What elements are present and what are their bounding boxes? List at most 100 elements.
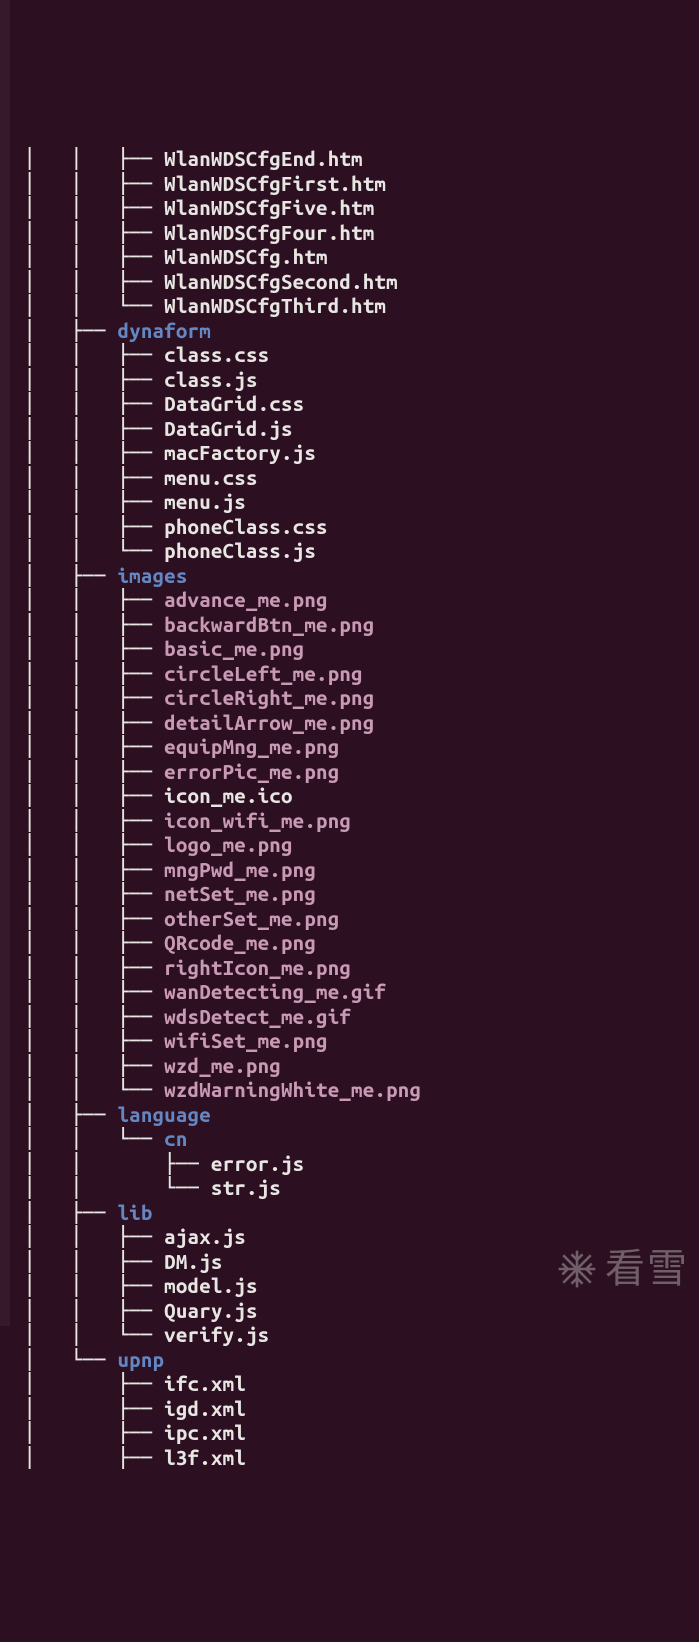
file-ext: .js [211, 1225, 246, 1248]
file-name: phoneClass [164, 539, 281, 562]
file-name: errorPic_me.png [164, 760, 339, 783]
tree-branch: │ │ ├── [24, 833, 164, 856]
file-name: DataGrid [164, 417, 257, 440]
tree-file: │ ├── ifc.xml [24, 1372, 699, 1397]
tree-file: │ │ ├── wanDetecting_me.gif [24, 980, 699, 1005]
file-ext: .css [211, 466, 258, 489]
file-name: logo_me.png [164, 833, 292, 856]
file-name: ajax [164, 1225, 211, 1248]
file-ext: .xml [199, 1397, 246, 1420]
tree-file: │ ├── l3f.xml [24, 1446, 699, 1471]
file-ext: .js [223, 368, 258, 391]
file-name: WlanWDSCfg [164, 245, 281, 268]
tree-branch: │ ├── [24, 1446, 164, 1469]
file-ext: .ico [246, 784, 293, 807]
tree-file: │ │ ├── detailArrow_me.png [24, 711, 699, 736]
tree-file: │ │ ├── model.js [24, 1274, 699, 1299]
file-name: WlanWDSCfgFirst [164, 172, 339, 195]
tree-branch: │ └── [24, 1348, 117, 1371]
tree-branch: │ │ ├── [24, 1274, 164, 1297]
file-name: DM [164, 1250, 187, 1273]
tree-file: │ ├── igd.xml [24, 1397, 699, 1422]
tree-branch: │ │ ├── [24, 1054, 164, 1077]
file-name: ifc [164, 1372, 199, 1395]
tree-branch: │ │ ├── [24, 172, 164, 195]
file-ext: .htm [351, 270, 398, 293]
file-name: macFactory [164, 441, 281, 464]
file-ext: .htm [281, 245, 328, 268]
tree-branch: │ │ ├── [24, 1029, 164, 1052]
file-name: backwardBtn_me.png [164, 613, 374, 636]
tree-file: │ │ ├── basic_me.png [24, 637, 699, 662]
file-name: Quary [164, 1299, 222, 1322]
file-name: advance_me.png [164, 588, 328, 611]
tree-file: │ │ ├── WlanWDSCfgFive.htm [24, 196, 699, 221]
file-name: wdsDetect_me.gif [164, 1005, 351, 1028]
file-name: circleLeft_me.png [164, 662, 363, 685]
file-ext: .xml [199, 1372, 246, 1395]
tree-file: │ │ ├── icon_wifi_me.png [24, 809, 699, 834]
file-name: phoneClass [164, 515, 281, 538]
file-name: rightIcon_me.png [164, 956, 351, 979]
tree-file: │ │ ├── mngPwd_me.png [24, 858, 699, 883]
tree-file: │ │ ├── circleRight_me.png [24, 686, 699, 711]
tree-branch: │ ├── [24, 1103, 117, 1126]
tree-dir: │ ├── lib [24, 1201, 699, 1226]
tree-dir: │ ├── images [24, 564, 699, 589]
file-name: str [211, 1176, 246, 1199]
file-name: WlanWDSCfgEnd [164, 147, 316, 170]
tree-file: │ │ ├── menu.css [24, 466, 699, 491]
tree-branch: │ │ └── [24, 1078, 164, 1101]
file-name: icon_wifi_me.png [164, 809, 351, 832]
tree-file: │ │ └── phoneClass.js [24, 539, 699, 564]
file-name: WlanWDSCfgFive [164, 196, 328, 219]
tree-file: │ │ ├── class.js [24, 368, 699, 393]
tree-file: │ │ ├── rightIcon_me.png [24, 956, 699, 981]
tree-branch: │ │ └── [24, 294, 164, 317]
tree-dir: │ │ └── cn [24, 1127, 699, 1152]
tree-branch: │ │ ├── [24, 343, 164, 366]
tree-branch: │ │ ├── [24, 809, 164, 832]
tree-file: │ │ ├── WlanWDSCfgSecond.htm [24, 270, 699, 295]
file-name: wzd_me.png [164, 1054, 281, 1077]
file-ext: .htm [339, 172, 386, 195]
file-name: netSet_me.png [164, 882, 316, 905]
tree-branch: │ ├── [24, 1421, 164, 1444]
tree-file: │ │ ├── netSet_me.png [24, 882, 699, 907]
tree-branch: │ │ ├── [24, 735, 164, 758]
tree-branch: │ │ ├── [24, 392, 164, 415]
tree-dir: │ ├── dynaform [24, 319, 699, 344]
tree-branch: │ │ ├── [24, 882, 164, 905]
tree-file: │ │ ├── equipMng_me.png [24, 735, 699, 760]
tree-file: │ │ ├── DM.js [24, 1250, 699, 1275]
dir-name: language [117, 1103, 210, 1126]
tree-file: │ │ ├── wifiSet_me.png [24, 1029, 699, 1054]
tree-branch: │ │ ├── [24, 147, 164, 170]
tree-branch: │ │ ├── [24, 711, 164, 734]
file-ext: .js [281, 441, 316, 464]
window-edge [0, 0, 10, 1326]
tree-file: │ │ ├── phoneClass.css [24, 515, 699, 540]
tree-branch: │ │ ├── [24, 858, 164, 881]
file-name: basic_me.png [164, 637, 304, 660]
tree-branch: │ │ ├── [24, 662, 164, 685]
dir-name: dynaform [117, 319, 210, 342]
tree-output: │ │ ├── WlanWDSCfgEnd.htm│ │ ├── WlanWDS… [0, 147, 699, 1470]
file-ext: .js [258, 417, 293, 440]
file-ext: .js [223, 1274, 258, 1297]
tree-branch: │ │ ├── [24, 784, 164, 807]
file-ext: .js [281, 539, 316, 562]
tree-file: │ │ ├── errorPic_me.png [24, 760, 699, 785]
file-ext: .js [188, 1250, 223, 1273]
tree-branch: │ │ ├── [24, 1225, 164, 1248]
dir-name: cn [164, 1127, 187, 1150]
tree-branch: │ ├── [24, 564, 117, 587]
tree-dir: │ ├── language [24, 1103, 699, 1128]
tree-branch: │ │ ├── [24, 637, 164, 660]
dir-name: images [117, 564, 187, 587]
dir-name: lib [117, 1201, 152, 1224]
tree-branch: │ │ └── [24, 539, 164, 562]
tree-file: │ │ ├── error.js [24, 1152, 699, 1177]
tree-branch: │ ├── [24, 319, 117, 342]
file-ext: .js [234, 1323, 269, 1346]
